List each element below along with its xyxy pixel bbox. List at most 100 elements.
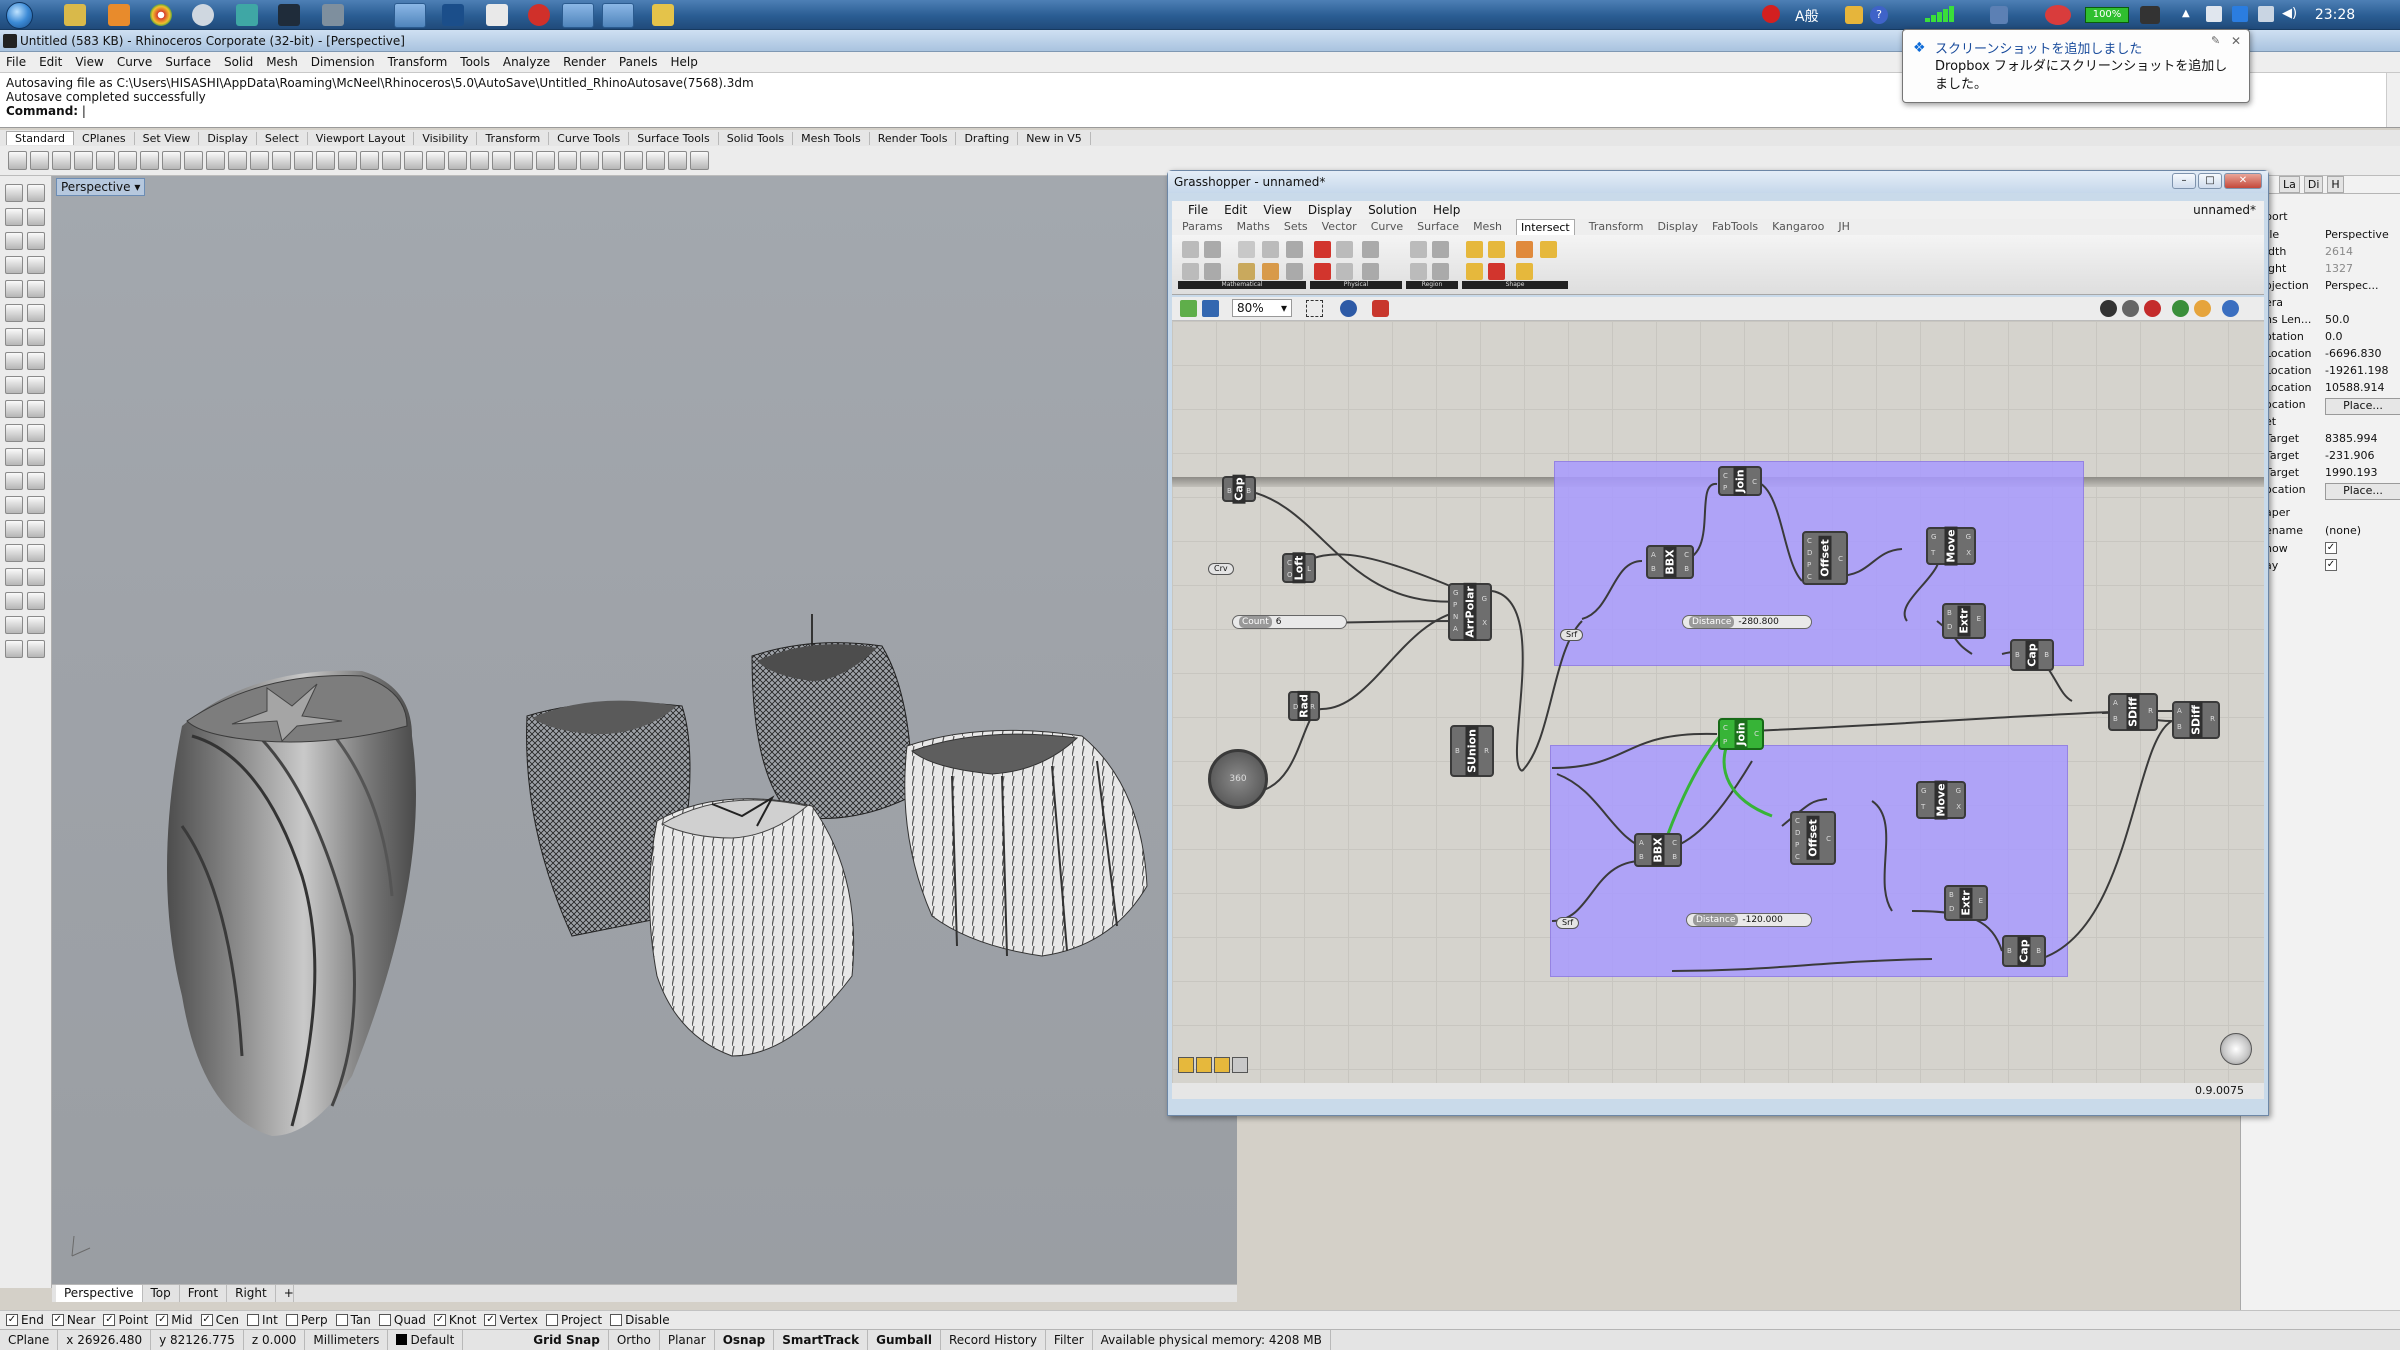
gh-tab-maths[interactable]: Maths [1237,219,1270,235]
fillet-icon[interactable] [5,376,23,394]
region-union-icon[interactable] [1410,263,1427,280]
gh-menu-solution[interactable]: Solution [1368,201,1417,219]
osnap-tan[interactable]: Tan [335,1313,371,1327]
osnap-vertex[interactable]: ✓ Vertex [484,1313,538,1327]
toolbar-tab-new-in-v5[interactable]: New in V5 [1018,131,1091,145]
select-icon[interactable] [404,151,423,170]
taskbar-app-active[interactable] [394,3,426,28]
app-icon-gray[interactable] [322,4,344,26]
gh-tab-sets[interactable]: Sets [1284,219,1308,235]
boundary-volume-icon[interactable] [1516,263,1533,280]
pan-icon[interactable] [206,151,225,170]
dropbox-tray-icon[interactable] [2232,6,2248,22]
menu-curve[interactable]: Curve [117,55,152,69]
intersect-plane-icon[interactable] [1238,241,1255,258]
osnap-checkbox[interactable]: ✓ [433,1314,446,1326]
gh-menu-display[interactable]: Display [1308,201,1352,219]
status-smarttrack[interactable]: SmartTrack [774,1330,869,1350]
intersect-brep-icon[interactable] [1262,241,1279,258]
curve-curve-icon[interactable] [1336,241,1353,258]
prop-row-x-target[interactable]: Target 8385.994 [2265,432,2400,449]
osnap-quad[interactable]: Quad [378,1313,426,1327]
layer-icon[interactable] [5,616,23,634]
undo-icon[interactable] [184,151,203,170]
menu-surface[interactable]: Surface [165,55,211,69]
cplane-icon[interactable] [382,151,401,170]
extr-component-lower[interactable]: Extr B D E [1944,885,1988,921]
osnap-cen[interactable]: ✓ Cen [200,1313,239,1327]
offset-component-lower[interactable]: Offset C D P C C [1790,811,1836,865]
undo-view-icon[interactable] [338,151,357,170]
save-file-icon[interactable] [1202,300,1219,317]
perspective-viewport[interactable] [52,176,1237,1284]
osnap-checkbox[interactable] [546,1314,559,1326]
cap-component-upper[interactable]: Cap B B [2010,639,2054,671]
solid-difference-icon[interactable] [1488,241,1505,258]
toolbar-tab-render-tools[interactable]: Render Tools [870,131,957,145]
panel-tab-display[interactable]: Di [2303,176,2324,193]
sketch-pen-icon[interactable] [1372,300,1389,317]
osnap-int[interactable]: Int [246,1313,278,1327]
status-units[interactable]: Millimeters [305,1330,389,1350]
open-icon[interactable] [30,151,49,170]
toolbar-tab-viewport-layout[interactable]: Viewport Layout [308,131,415,145]
gh-menu-help[interactable]: Help [1433,201,1460,219]
twisted-solid-model[interactable] [167,670,416,1136]
intersect-line-icon[interactable] [1182,241,1199,258]
join-component-upper[interactable]: Join C P C [1718,466,1762,496]
collision-icon[interactable] [1314,241,1331,258]
material-icon[interactable] [602,151,621,170]
boolean-icon[interactable] [5,400,23,418]
zoom-selected-icon[interactable] [316,151,335,170]
osnap-perp[interactable]: Perp [285,1313,328,1327]
gray-checkbox[interactable]: ✓ [2325,559,2337,571]
gh-tab-jh[interactable]: JH [1838,219,1850,235]
prop-row-x-location[interactable]: Location -6696.830 [2265,347,2400,364]
zoom-window-icon[interactable] [272,151,291,170]
osnap-checkbox[interactable] [335,1314,348,1326]
add-viewport-icon[interactable]: + [276,1285,294,1302]
close-icon[interactable]: ✕ [2224,173,2262,189]
zoom-extents-icon[interactable] [1306,300,1323,317]
split-brep-icon[interactable] [1540,241,1557,258]
crv-param[interactable]: Crv [1208,563,1234,575]
media-player-icon[interactable] [108,4,130,26]
toolbar-tab-drafting[interactable]: Drafting [956,131,1019,145]
sdiff-component-2[interactable]: SDiff A B R [2172,701,2220,739]
osnap-checkbox[interactable]: ✓ [156,1314,169,1326]
four-viewports-icon[interactable] [360,151,379,170]
toolbar-tab-solid-tools[interactable]: Solid Tools [719,131,794,145]
osnap-project[interactable]: Project [546,1313,602,1327]
status-filter[interactable]: Filter [1046,1330,1093,1350]
widget-icon[interactable] [1232,1057,1248,1073]
curve-icon[interactable] [27,208,45,226]
region-difference-icon[interactable] [1432,263,1449,280]
app-icon-dark[interactable] [278,4,300,26]
toolbar-tab-mesh-tools[interactable]: Mesh Tools [793,131,870,145]
widget-icon[interactable] [1214,1057,1230,1073]
dial-knob[interactable]: 360 [1208,749,1268,809]
help-icon[interactable] [690,151,709,170]
zoom-icon[interactable] [250,151,269,170]
app-icon-red[interactable] [528,4,550,26]
count-slider[interactable]: Count 6 [1232,615,1347,629]
rotate-view-icon[interactable] [228,151,247,170]
copy-icon[interactable] [27,472,45,490]
bbx-component-lower[interactable]: BBX A B C B [1634,833,1682,867]
copy-icon[interactable] [140,151,159,170]
menu-tools[interactable]: Tools [460,55,490,69]
intersect-section-icon[interactable] [1286,263,1303,280]
shade-icon[interactable] [558,151,577,170]
battery-indicator[interactable]: 100% [2085,7,2129,23]
layer-icon[interactable] [514,151,533,170]
osnap-knot[interactable]: ✓ Knot [433,1313,476,1327]
chevron-down-icon[interactable]: ▾ [134,180,140,194]
trim-icon[interactable] [27,400,45,418]
start-button[interactable] [6,2,33,29]
prop-row-y-target[interactable]: Target -231.906 [2265,449,2400,466]
app-icon-yellow[interactable] [652,4,674,26]
join-icon[interactable] [27,424,45,442]
app-icon-blue[interactable] [442,4,464,26]
notepad-icon[interactable] [486,4,508,26]
preview-off-icon[interactable] [2100,300,2117,317]
